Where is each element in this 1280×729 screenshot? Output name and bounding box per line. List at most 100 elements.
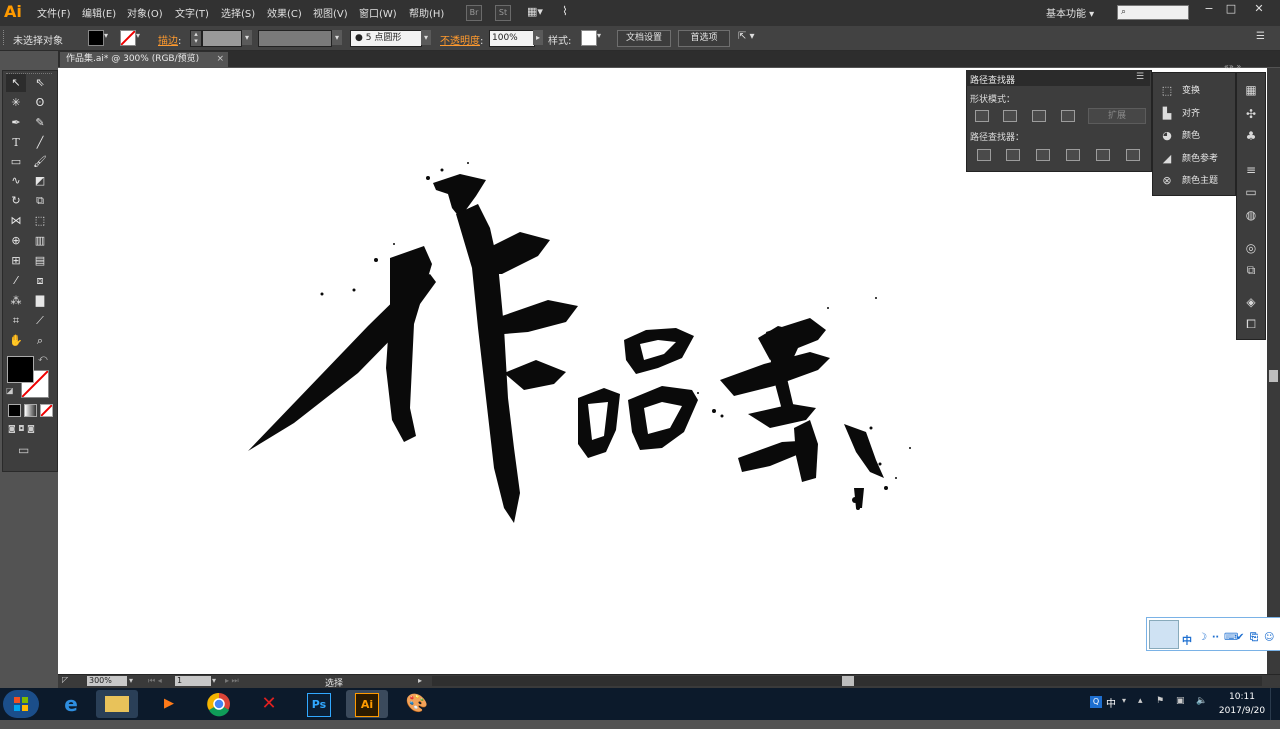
workspace-switcher[interactable]: 基本功能 ▾ [1046, 5, 1094, 20]
chevron-down-icon[interactable]: ▾ [242, 30, 252, 45]
opacity-label[interactable]: 不透明度: [440, 32, 483, 47]
stroke-swatch[interactable] [120, 30, 136, 46]
show-desktop-button[interactable] [1270, 688, 1280, 720]
trim-icon[interactable] [1006, 149, 1020, 161]
scale-tool-icon[interactable]: ⧉ [30, 192, 50, 210]
close-tab-icon[interactable]: × [216, 52, 224, 67]
media-player-taskbar-icon[interactable]: ▶ [148, 690, 190, 718]
stroke-icon[interactable]: ≡ [1243, 162, 1259, 178]
chevron-down-icon[interactable]: ▾ [421, 30, 431, 45]
chevron-down-icon[interactable]: ▾ [129, 676, 133, 685]
swap-colors-icon[interactable]: ⤺ [38, 354, 48, 364]
arrange-documents-icon[interactable]: ▦▾ [527, 5, 547, 19]
crop-icon[interactable] [1066, 149, 1080, 161]
magic-wand-tool-icon[interactable]: ✳ [6, 94, 26, 112]
brushes-icon[interactable]: ✣ [1243, 106, 1259, 122]
menu-type[interactable]: 文字(T) [175, 5, 209, 20]
eyedropper-tool-icon[interactable]: ⁄ [6, 272, 26, 290]
artboard-tool-icon[interactable]: ⌗ [6, 312, 26, 330]
isolation-mode-icon[interactable]: ⇱ ▾ [738, 31, 755, 42]
chevron-down-icon[interactable]: ▾ [332, 30, 342, 45]
menu-edit[interactable]: 编辑(E) [82, 5, 116, 20]
chevron-down-icon[interactable]: ▾ [597, 31, 601, 40]
menu-object[interactable]: 对象(O) [127, 5, 163, 20]
chevron-down-icon[interactable]: ▾ [136, 31, 140, 40]
asset-export-icon[interactable]: ⧉ [1243, 262, 1259, 278]
eraser-tool-icon[interactable]: ◩ [30, 172, 50, 190]
transparency-icon[interactable]: ◍ [1243, 207, 1259, 223]
curvature-tool-icon[interactable]: ✎ [30, 114, 50, 132]
control-bar-grip[interactable] [3, 30, 8, 45]
merge-icon[interactable] [1036, 149, 1050, 161]
gradient-tool-icon[interactable]: ▤ [30, 252, 50, 270]
stroke-label[interactable]: 描边: [158, 32, 181, 47]
direct-selection-tool-icon[interactable]: ⇖ [30, 74, 50, 92]
last-page-icon[interactable]: ▸ ⏭ [225, 676, 239, 686]
free-transform-tool-icon[interactable]: ⬚ [30, 212, 50, 230]
minimize-button[interactable]: − [1200, 2, 1218, 16]
menu-help[interactable]: 帮助(H) [409, 5, 444, 20]
none-mode-button[interactable] [40, 404, 53, 417]
fill-color-box[interactable] [7, 356, 34, 383]
ime-avatar-icon[interactable] [1149, 620, 1179, 649]
minus-back-icon[interactable] [1126, 149, 1140, 161]
chrome-taskbar-icon[interactable] [198, 690, 240, 718]
minus-front-icon[interactable] [1003, 110, 1017, 122]
menu-view[interactable]: 视图(V) [313, 5, 348, 20]
dock-item-color[interactable]: ◕ 颜色 [1160, 127, 1230, 145]
menu-select[interactable]: 选择(S) [221, 5, 255, 20]
selection-tool-icon[interactable]: ↖ [6, 74, 26, 92]
draw-modes-icon[interactable]: ◙ ◘ ◙ [8, 424, 52, 435]
page-number-input[interactable]: 1 [175, 676, 211, 686]
document-tab[interactable]: 作品集.ai* @ 300% (RGB/预览) × [60, 52, 228, 67]
gradient-mode-button[interactable] [24, 404, 37, 417]
clipboard-icon[interactable]: ⎘ [1250, 632, 1258, 643]
style-swatch[interactable] [581, 30, 597, 46]
opacity-input[interactable]: 100% [489, 30, 535, 47]
default-colors-icon[interactable]: ◪ [6, 386, 14, 395]
rotate-tool-icon[interactable]: ↻ [6, 192, 26, 210]
libraries-icon[interactable]: ◎ [1243, 240, 1259, 256]
stroke-stepper[interactable]: ▴ ▾ [190, 30, 202, 47]
dock-item-transform[interactable]: ⬚ 变换 [1160, 82, 1230, 100]
dock-item-color-themes[interactable]: ⊗ 颜色主题 [1160, 172, 1230, 190]
horizontal-scroll-thumb[interactable] [842, 676, 854, 686]
brush-definition[interactable]: ● 5 点圆形 [350, 30, 422, 47]
intersect-icon[interactable] [1032, 110, 1046, 122]
pathfinder-panel-title[interactable]: 路径查找器 [970, 73, 1015, 86]
smiley-icon[interactable]: ☺ [1264, 632, 1274, 643]
menu-window[interactable]: 窗口(W) [359, 5, 397, 20]
slice-tool-icon[interactable]: ⟋ [30, 312, 50, 330]
perspective-grid-tool-icon[interactable]: ▥ [30, 232, 50, 250]
symbol-sprayer-tool-icon[interactable]: ⁂ [6, 292, 26, 310]
wrench-icon[interactable]: ✔ [1236, 632, 1244, 643]
swatches-icon[interactable]: ▦ [1243, 82, 1259, 98]
lasso-tool-icon[interactable]: ʘ [30, 94, 50, 112]
punctuation-icon[interactable]: ‧‧ [1212, 632, 1219, 643]
clock-time[interactable]: 10:11 [1222, 692, 1262, 702]
menu-effect[interactable]: 效果(C) [267, 5, 302, 20]
shaper-tool-icon[interactable]: ∿ [6, 172, 26, 190]
mesh-tool-icon[interactable]: ⊞ [6, 252, 26, 270]
paintbrush-tool-icon[interactable]: 🖌 [30, 153, 50, 171]
vertical-scroll-thumb[interactable] [1269, 370, 1278, 382]
photoshop-taskbar-icon[interactable]: Ps [298, 690, 340, 718]
show-hidden-icons-icon[interactable]: ▴ [1138, 696, 1143, 706]
chevron-down-icon[interactable]: ▾ [104, 31, 108, 40]
symbols-icon[interactable]: ♣ [1243, 128, 1259, 144]
menu-file[interactable]: 文件(F) [37, 5, 71, 20]
moon-icon[interactable]: ☽ [1198, 632, 1207, 643]
status-menu-icon[interactable]: ▸ [418, 676, 422, 685]
clock-date[interactable]: 2017/9/20 [1218, 706, 1266, 716]
zoom-tool-icon[interactable]: ⌕ [30, 332, 50, 350]
first-page-icon[interactable]: ⏮ ◂ [148, 676, 162, 686]
artboard-nav-icon[interactable]: ◸ [62, 675, 68, 684]
divide-icon[interactable] [977, 149, 991, 161]
search-input[interactable]: ⌕ [1117, 5, 1189, 20]
preferences-button[interactable]: 首选项 [678, 30, 730, 47]
artboards-icon[interactable]: ⧠ [1243, 316, 1259, 332]
bridge-button[interactable]: Br [466, 5, 482, 21]
gpu-performance-icon[interactable]: ⌇ [562, 4, 580, 20]
rectangle-tool-icon[interactable]: ▭ [6, 153, 26, 171]
panel-menu-icon[interactable]: ☰ [1256, 31, 1265, 42]
